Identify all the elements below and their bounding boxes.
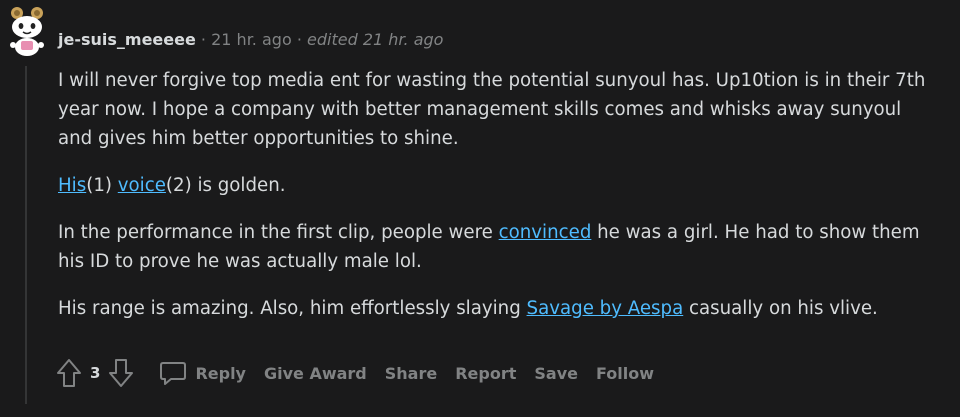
paragraph-4-before: His range is amazing. Also, him effortle… xyxy=(58,298,527,319)
paragraph-2: His(1) voice(2) is golden. xyxy=(58,171,938,200)
share-button[interactable]: Share xyxy=(385,364,437,383)
reply-button[interactable]: Reply xyxy=(195,364,246,383)
link-savage-by-aespa[interactable]: Savage by Aespa xyxy=(527,298,684,319)
username-link[interactable]: je-suis_meeeee xyxy=(58,30,196,49)
comment-header: je-suis_meeeee · 21 hr. ago · edited 21 … xyxy=(58,30,443,50)
meta-separator-2: · xyxy=(296,30,302,49)
upvote-arrow-icon xyxy=(57,359,81,387)
thread-line[interactable] xyxy=(25,66,27,404)
paragraph-4-after: casually on his vlive. xyxy=(683,298,878,319)
report-button[interactable]: Report xyxy=(455,364,516,383)
upvote-button[interactable] xyxy=(55,357,83,389)
link-convinced[interactable]: convinced xyxy=(499,222,592,243)
meta-separator: · xyxy=(200,30,207,49)
speech-bubble-icon xyxy=(160,362,187,385)
timestamp[interactable]: 21 hr. ago xyxy=(211,30,292,49)
downvote-arrow-icon xyxy=(109,359,134,387)
paragraph-3: In the performance in the first clip, pe… xyxy=(58,218,938,276)
user-avatar[interactable] xyxy=(7,5,47,57)
edited-timestamp: edited 21 hr. ago xyxy=(307,30,444,49)
comment-body: I will never forgive top media ent for w… xyxy=(58,66,938,341)
downvote-button[interactable] xyxy=(107,357,135,389)
give-award-button[interactable]: Give Award xyxy=(264,364,367,383)
save-button[interactable]: Save xyxy=(534,364,578,383)
follow-button[interactable]: Follow xyxy=(596,364,654,383)
vote-score: 3 xyxy=(90,364,101,382)
comment-actions: 3 Reply Give Award Share Report Save Fol… xyxy=(55,356,672,390)
ref-text-1: (1) xyxy=(86,175,118,196)
paragraph-3-before: In the performance in the first clip, pe… xyxy=(58,222,499,243)
ref-text-2: (2) is golden. xyxy=(165,175,286,196)
paragraph-1: I will never forgive top media ent for w… xyxy=(58,70,926,149)
link-his[interactable]: His xyxy=(58,175,86,196)
reply-icon-button[interactable] xyxy=(159,359,187,387)
paragraph-4: His range is amazing. Also, him effortle… xyxy=(58,294,938,323)
snoo-avatar-icon xyxy=(10,7,44,56)
link-voice[interactable]: voice xyxy=(118,175,166,196)
